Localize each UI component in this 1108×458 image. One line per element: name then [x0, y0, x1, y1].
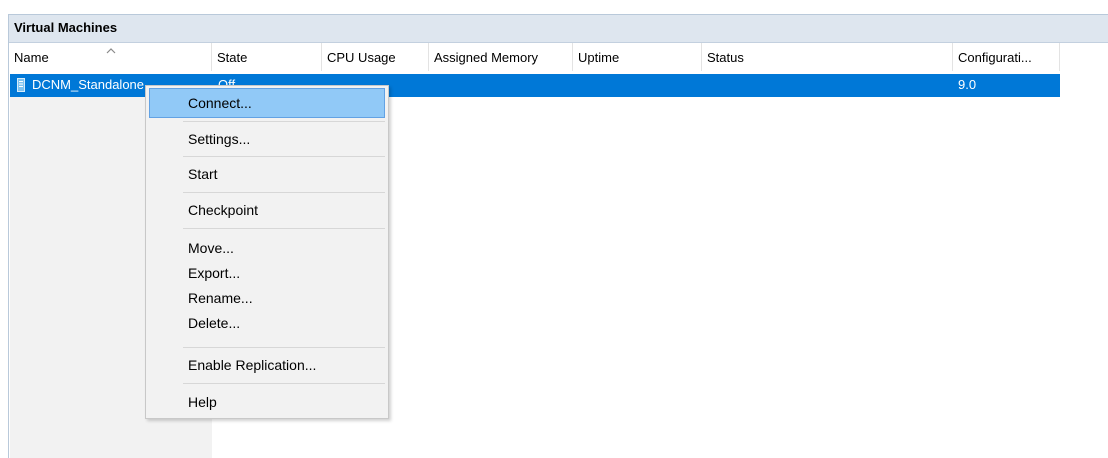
- column-header-state[interactable]: State: [212, 43, 322, 71]
- column-header-configuration[interactable]: Configurati...: [953, 43, 1060, 71]
- menu-item-enable-replication[interactable]: Enable Replication...: [149, 350, 385, 380]
- menu-separator: [183, 121, 385, 122]
- menu-item-help[interactable]: Help: [149, 387, 385, 417]
- vm-name: DCNM_Standalone: [32, 77, 145, 92]
- menu-separator: [183, 156, 385, 157]
- menu-item-connect[interactable]: Connect...: [149, 88, 385, 118]
- menu-separator: [183, 228, 385, 229]
- menu-separator: [183, 192, 385, 193]
- virtual-machine-icon: [17, 78, 25, 92]
- menu-item-start[interactable]: Start: [149, 159, 385, 189]
- menu-item-settings[interactable]: Settings...: [149, 124, 385, 154]
- context-menu: Connect... Settings... Start Checkpoint …: [145, 85, 389, 419]
- column-headers: Name State CPU Usage Assigned Memory Upt…: [9, 43, 1108, 71]
- column-header-status[interactable]: Status: [702, 43, 953, 71]
- column-header-uptime[interactable]: Uptime: [573, 43, 702, 71]
- menu-separator: [183, 347, 385, 348]
- vm-configuration-version: 9.0: [958, 77, 977, 92]
- chevron-up-icon: [106, 48, 116, 54]
- column-header-cpu-usage[interactable]: CPU Usage: [322, 43, 429, 71]
- column-header-assigned-memory[interactable]: Assigned Memory: [429, 43, 573, 71]
- menu-item-delete[interactable]: Delete...: [149, 308, 385, 338]
- menu-separator: [183, 383, 385, 384]
- menu-item-checkpoint[interactable]: Checkpoint: [149, 195, 385, 225]
- panel-title: Virtual Machines: [9, 15, 1108, 43]
